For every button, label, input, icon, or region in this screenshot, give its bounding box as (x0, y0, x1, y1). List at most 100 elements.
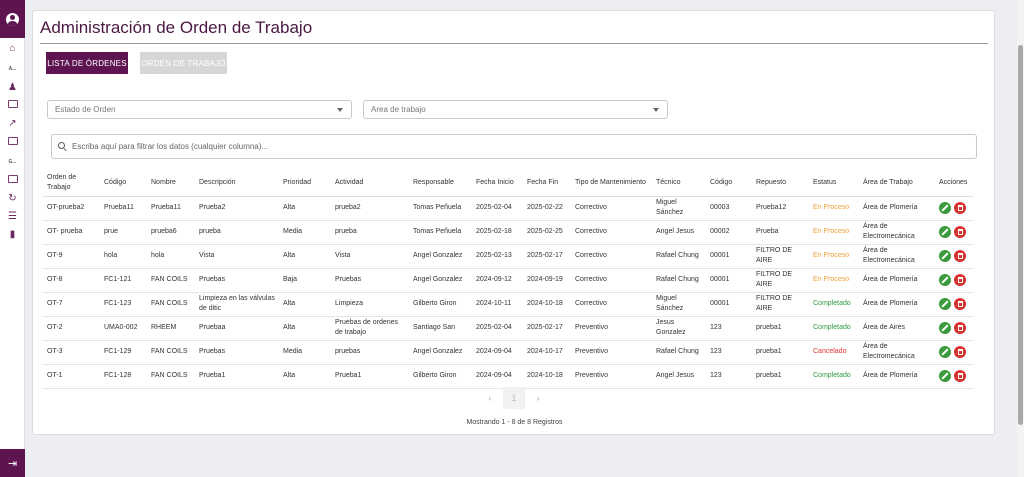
edit-icon[interactable] (939, 226, 951, 238)
cell-tecnico: Angel Jesus (652, 220, 706, 245)
chevron-down-icon (337, 108, 343, 112)
col-descripcion[interactable]: Descripción (195, 170, 279, 197)
cell-codigo: Prueba11 (100, 196, 147, 221)
cell-nombre: FAN COILS (147, 268, 195, 293)
cell-nombre: Prueba11 (147, 196, 195, 221)
cell-descripcion: Pruebaa (195, 316, 279, 341)
cell-tipo: Correctivo (571, 268, 652, 293)
delete-icon[interactable] (954, 274, 966, 286)
edit-icon[interactable] (939, 322, 951, 334)
delete-icon[interactable] (954, 322, 966, 334)
edit-icon[interactable] (939, 346, 951, 358)
history-icon[interactable]: ↻ (0, 193, 25, 205)
cell-repuesto: Prueba12 (752, 196, 809, 221)
cell-fecha-inicio: 2024-09-04 (472, 340, 523, 365)
delete-icon[interactable] (954, 226, 966, 238)
page-number-button[interactable]: 1 (503, 387, 525, 409)
cell-prioridad: Media (279, 220, 331, 245)
col-area[interactable]: Área de Trabajo (859, 170, 935, 197)
cell-actions (935, 364, 973, 389)
card-icon[interactable] (0, 100, 25, 112)
cell-nombre: FAN COILS (147, 364, 195, 389)
cell-orden: OT-3 (43, 340, 100, 365)
tab-orders-list[interactable]: LISTA DE ÓRDENES (46, 52, 128, 74)
sidebar-item-a[interactable]: A... (0, 63, 25, 75)
table-row: OT-1 FC1-128 FAN COILS Prueba1 Alta Prue… (43, 364, 973, 389)
chevron-left-icon[interactable]: ‹ (481, 387, 499, 409)
col-codigo[interactable]: Código (100, 170, 147, 197)
cell-descripcion: Prueba1 (195, 364, 279, 389)
cell-area: Área de Electromecánica (859, 220, 935, 245)
cell-fecha-inicio: 2025-02-04 (472, 196, 523, 221)
id-card-icon[interactable] (0, 137, 25, 149)
cell-actions (935, 244, 973, 269)
list-icon[interactable]: ☰ (0, 211, 25, 223)
tab-work-order[interactable]: ORDEN DE TRABAJO (140, 52, 227, 74)
col-responsable[interactable]: Responsable (409, 170, 472, 197)
cell-tipo: Preventivo (571, 364, 652, 389)
col-fecha-fin[interactable]: Fecha Fin (523, 170, 571, 197)
cell-orden: OT-prueba2 (43, 196, 100, 221)
calendar-icon[interactable] (0, 175, 25, 187)
pin-icon[interactable]: ▮ (0, 229, 25, 241)
chevron-right-icon[interactable]: › (529, 387, 547, 409)
col-actividad[interactable]: Actividad (331, 170, 409, 197)
col-fecha-inicio[interactable]: Fecha Inicio (472, 170, 523, 197)
col-tecnico[interactable]: Técnico (652, 170, 706, 197)
cell-tecnico: Jesus Gonzalez (652, 316, 706, 341)
col-repuesto[interactable]: Repuesto (752, 170, 809, 197)
profile-button[interactable] (0, 0, 25, 38)
cell-orden: OT-1 (43, 364, 100, 389)
cell-actions (935, 220, 973, 245)
search-input[interactable]: Escriba aquí para filtrar los datos (cua… (51, 134, 977, 159)
sidebar-item-g[interactable]: G... (0, 156, 25, 168)
cell-fecha-fin: 2024-10-18 (523, 292, 571, 317)
order-status-select[interactable]: Estado de Orden (47, 100, 352, 119)
cell-descripcion: prueba (195, 220, 279, 245)
cell-codigo: prue (100, 220, 147, 245)
cell-repuesto: prueba1 (752, 340, 809, 365)
cell-fecha-fin: 2025-02-25 (523, 220, 571, 245)
edit-icon[interactable] (939, 298, 951, 310)
chart-icon[interactable]: ↗ (0, 118, 25, 130)
delete-icon[interactable] (954, 346, 966, 358)
cell-descripcion: Limpieza en las válvulas de ditic (195, 292, 279, 317)
delete-icon[interactable] (954, 202, 966, 214)
table-row: OT-9 hola hola Vista Alta Vista Angel Go… (43, 244, 973, 269)
status-badge: Cancelado (809, 340, 859, 365)
col-nombre[interactable]: Nombre (147, 170, 195, 197)
cell-codigo-repuesto: 123 (706, 340, 752, 365)
col-codigo-repuesto[interactable]: Código (706, 170, 752, 197)
col-prioridad[interactable]: Prioridad (279, 170, 331, 197)
col-tipo-mantenimiento[interactable]: Tipo de Mantenimiento (571, 170, 652, 197)
cell-descripcion: Vista (195, 244, 279, 269)
cell-prioridad: Media (279, 340, 331, 365)
col-orden[interactable]: Orden de Trabajo (43, 170, 100, 197)
scrollbar-thumb[interactable] (1018, 45, 1023, 425)
cell-descripcion: Pruebas (195, 268, 279, 293)
cell-nombre: FAN COILS (147, 340, 195, 365)
user-settings-icon[interactable]: ♟ (0, 82, 25, 94)
edit-icon[interactable] (939, 250, 951, 262)
edit-icon[interactable] (939, 202, 951, 214)
cell-fecha-fin: 2024-10-17 (523, 340, 571, 365)
order-status-placeholder: Estado de Orden (55, 105, 116, 114)
page-scrollbar[interactable] (1017, 0, 1024, 477)
cell-codigo: FC1-129 (100, 340, 147, 365)
cell-actividad: Pruebas de ordenes de trabajo (331, 316, 409, 341)
col-estatus[interactable]: Estatus (809, 170, 859, 197)
cell-actividad: pruebas (331, 340, 409, 365)
logout-button[interactable]: ⇥ (0, 449, 25, 477)
user-avatar-icon (6, 12, 19, 26)
work-area-select[interactable]: Area de trabajo (363, 100, 668, 119)
home-icon[interactable]: ⌂ (0, 43, 25, 55)
edit-icon[interactable] (939, 370, 951, 382)
edit-icon[interactable] (939, 274, 951, 286)
table-row: OT-3 FC1-129 FAN COILS Pruebas Media pru… (43, 340, 973, 365)
cell-repuesto: FILTRO DE AIRE (752, 292, 809, 317)
cell-repuesto: FILTRO DE AIRE (752, 268, 809, 293)
delete-icon[interactable] (954, 298, 966, 310)
delete-icon[interactable] (954, 250, 966, 262)
delete-icon[interactable] (954, 370, 966, 382)
cell-prioridad: Alta (279, 292, 331, 317)
